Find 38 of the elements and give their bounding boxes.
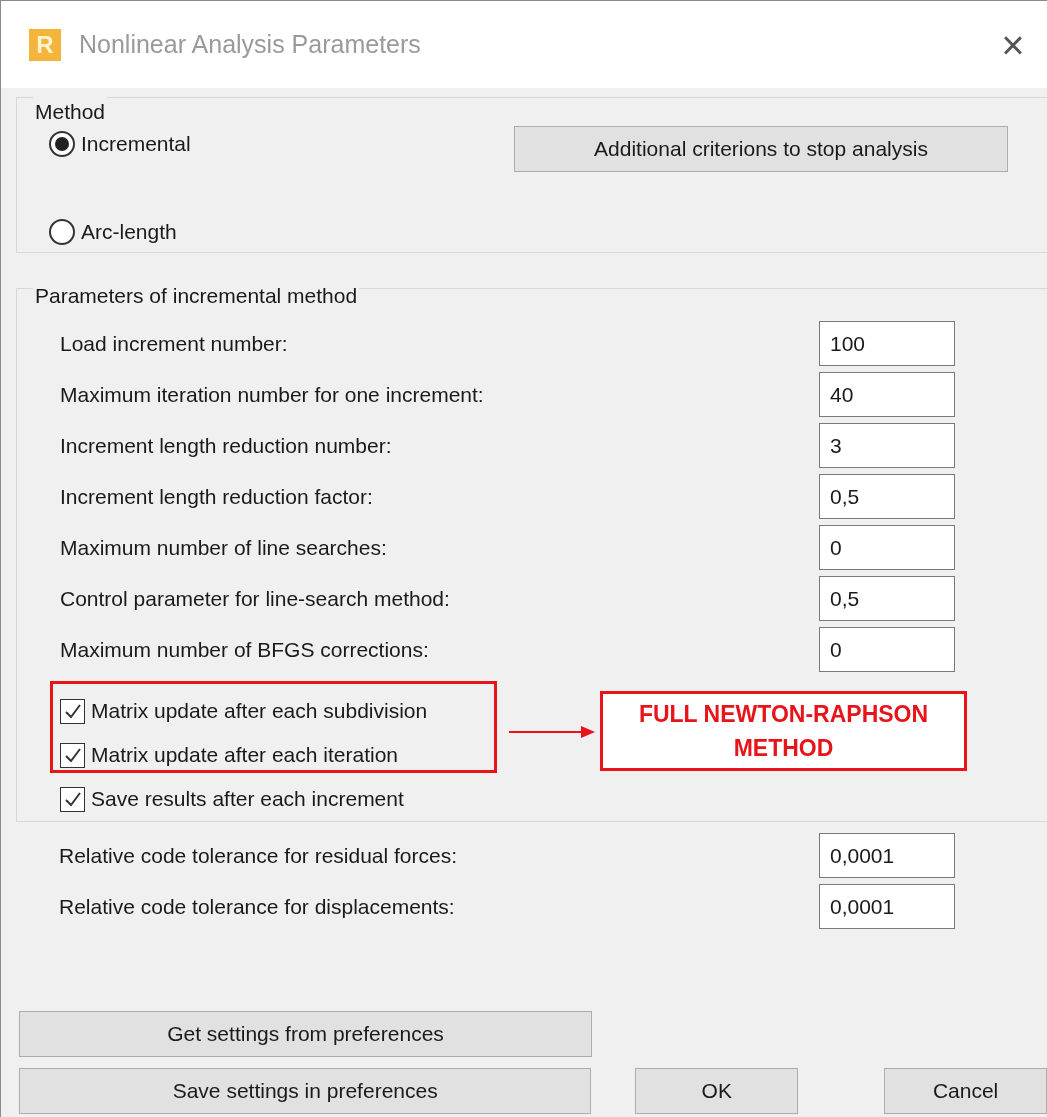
get-settings-button[interactable]: Get settings from preferences bbox=[19, 1011, 592, 1057]
app-logo-icon: R bbox=[29, 28, 61, 61]
window-title: Nonlinear Analysis Parameters bbox=[79, 28, 421, 60]
checkbox-label: Save results after each increment bbox=[91, 786, 404, 813]
field-label: Increment length reduction number: bbox=[59, 432, 393, 459]
field-label: Load increment number: bbox=[59, 330, 289, 357]
checkbox[interactable] bbox=[60, 786, 85, 812]
input-field[interactable]: 0,5 bbox=[819, 576, 955, 621]
input-field[interactable]: 40 bbox=[819, 372, 955, 417]
field-label: Maximum number of BFGS corrections: bbox=[59, 636, 430, 663]
input-field[interactable]: 0,0001 bbox=[819, 833, 955, 878]
field-label: Maximum number of line searches: bbox=[59, 534, 388, 561]
field-label: Maximum iteration number for one increment: bbox=[59, 381, 485, 408]
radio-label: Arc-length bbox=[81, 219, 177, 246]
annotation-label: FULL NEWTON-RAPHSON METHOD bbox=[600, 691, 967, 771]
input-field[interactable]: 0 bbox=[819, 525, 955, 570]
save-settings-button[interactable]: Save settings in preferences bbox=[19, 1068, 592, 1114]
checkbox-label: Matrix update after each iteration bbox=[91, 742, 398, 769]
ok-button[interactable]: OK bbox=[635, 1068, 799, 1114]
input-field[interactable]: 0,0001 bbox=[819, 884, 955, 929]
radio-label: Incremental bbox=[81, 131, 191, 158]
close-button[interactable]: × bbox=[993, 24, 1033, 65]
radio-button[interactable] bbox=[49, 219, 75, 245]
field-label: Control parameter for line-search method: bbox=[59, 585, 451, 612]
radio-button[interactable] bbox=[49, 131, 75, 157]
input-field[interactable]: 3 bbox=[819, 423, 955, 468]
input-field[interactable]: 0 bbox=[819, 627, 955, 672]
input-field[interactable]: 0,5 bbox=[819, 474, 955, 519]
field-label: Increment length reduction factor: bbox=[59, 483, 374, 510]
field-label: Relative code tolerance for displacements: bbox=[58, 893, 456, 920]
checkbox-label: Matrix update after each subdivision bbox=[91, 698, 428, 725]
arrow-icon bbox=[509, 725, 595, 739]
cancel-button[interactable]: Cancel bbox=[884, 1068, 1047, 1114]
checkbox[interactable] bbox=[60, 698, 85, 724]
field-label: Relative code tolerance for residual forces: bbox=[58, 842, 459, 869]
checkbox[interactable] bbox=[60, 742, 85, 768]
additional-criteria-button[interactable]: Additional criterions to stop analysis bbox=[514, 126, 1008, 172]
input-field[interactable]: 100 bbox=[819, 321, 955, 366]
